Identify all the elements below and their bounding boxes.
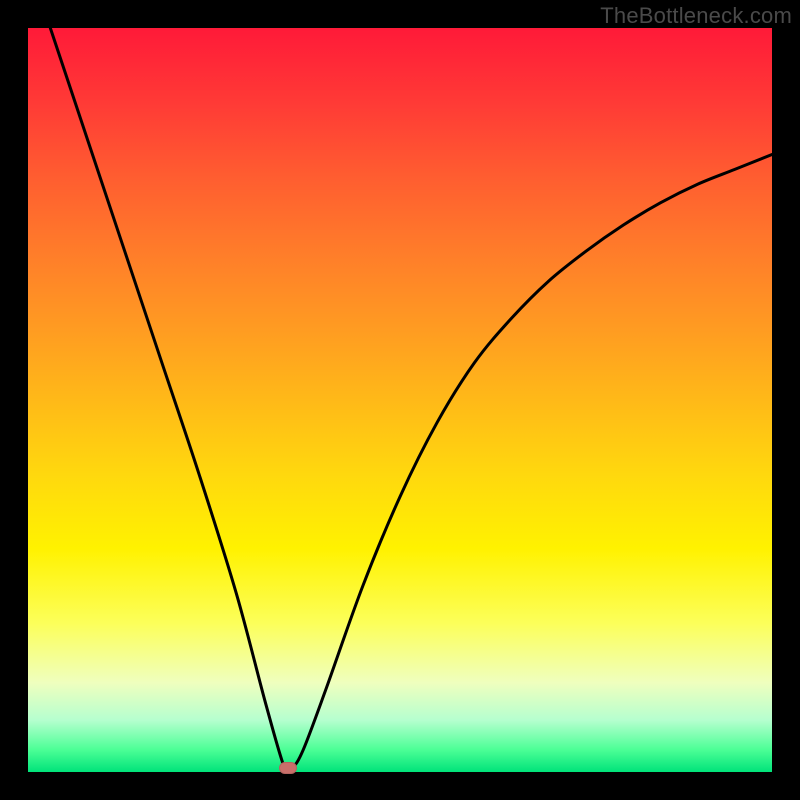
watermark-text: TheBottleneck.com (600, 3, 792, 29)
chart-frame: TheBottleneck.com (0, 0, 800, 800)
optimal-point-marker (279, 762, 297, 774)
bottleneck-curve (28, 28, 772, 772)
